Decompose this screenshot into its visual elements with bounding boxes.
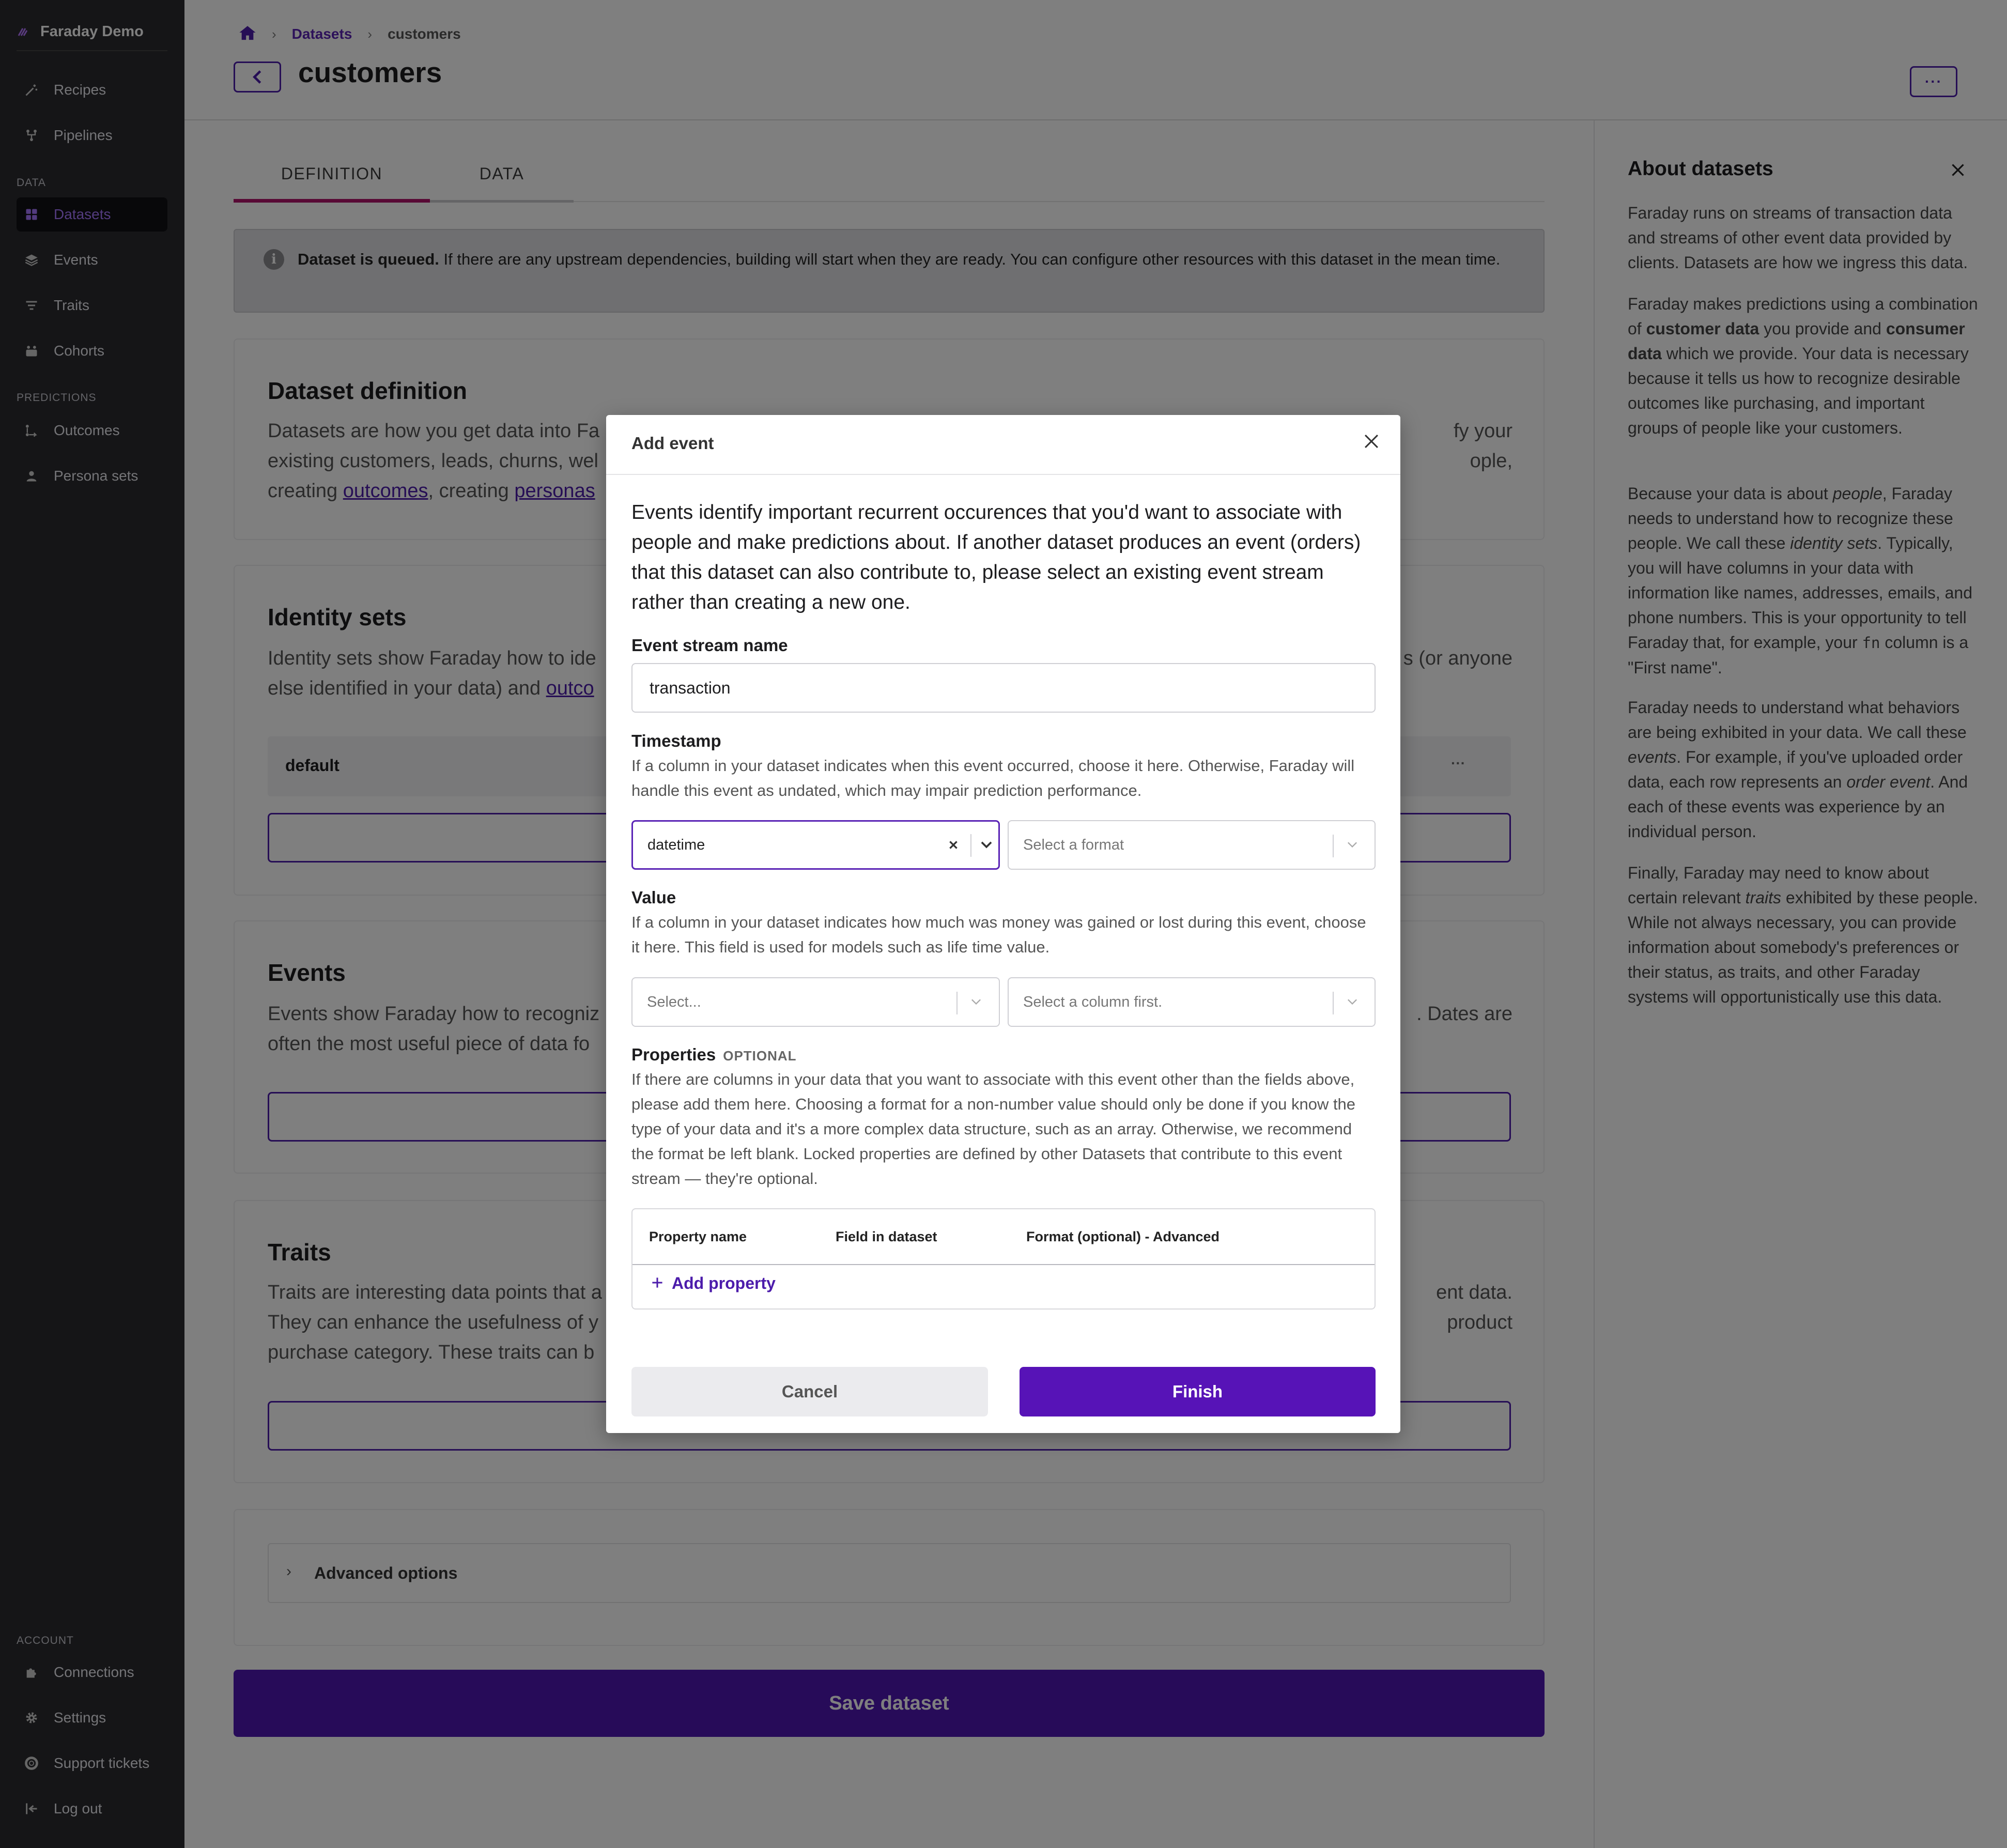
chevron-down-icon[interactable] [1342, 821, 1363, 869]
finish-button[interactable]: Finish [1020, 1367, 1376, 1416]
event-stream-input[interactable]: transaction [631, 663, 1376, 713]
timestamp-column-select[interactable]: datetime [631, 820, 1000, 870]
timestamp-label: Timestamp [631, 731, 721, 750]
close-icon[interactable] [1363, 430, 1380, 455]
event-stream-label: Event stream name [631, 636, 788, 655]
value-label: Value [631, 888, 676, 907]
timestamp-help: If a column in your dataset indicates wh… [631, 757, 1355, 799]
add-property-button[interactable]: Add property [651, 1274, 776, 1293]
plus-icon [651, 1274, 663, 1293]
properties-label: Properties OPTIONAL [631, 1045, 797, 1064]
clear-icon[interactable] [943, 822, 964, 868]
column-header: Property name [649, 1229, 747, 1244]
value-column-placeholder: Select... [647, 994, 701, 1010]
value-format-select[interactable]: Select a column first. [1008, 977, 1376, 1027]
select-divider [956, 992, 958, 1014]
properties-help: If there are columns in your data that y… [631, 1070, 1356, 1188]
chevron-down-icon[interactable] [966, 978, 986, 1026]
table-header: Property name Field in dataset Format (o… [632, 1209, 1375, 1265]
add-property-label: Add property [672, 1274, 776, 1292]
optional-tag: OPTIONAL [723, 1048, 797, 1064]
modal-header: Add event [606, 415, 1400, 475]
cancel-button[interactable]: Cancel [631, 1367, 988, 1416]
add-event-modal: Add event Events identify important recu… [606, 415, 1400, 1433]
timestamp-format-select[interactable]: Select a format [1008, 820, 1376, 870]
value-help: If a column in your dataset indicates ho… [631, 913, 1366, 956]
select-divider [1333, 835, 1334, 857]
value-format-placeholder: Select a column first. [1023, 994, 1163, 1010]
timestamp-format-placeholder: Select a format [1023, 837, 1124, 853]
value-column-select[interactable]: Select... [631, 977, 1000, 1027]
modal-title: Add event [631, 434, 714, 453]
column-header: Format (optional) - Advanced [1026, 1229, 1220, 1244]
timestamp-column-value: datetime [647, 837, 705, 853]
chevron-down-icon[interactable] [976, 822, 997, 868]
select-divider [1333, 992, 1334, 1014]
select-divider [970, 834, 971, 857]
column-header: Field in dataset [836, 1229, 937, 1244]
properties-table: Property name Field in dataset Format (o… [631, 1208, 1376, 1310]
modal-intro: Events identify important recurrent occu… [631, 501, 1361, 613]
chevron-down-icon[interactable] [1342, 978, 1363, 1026]
